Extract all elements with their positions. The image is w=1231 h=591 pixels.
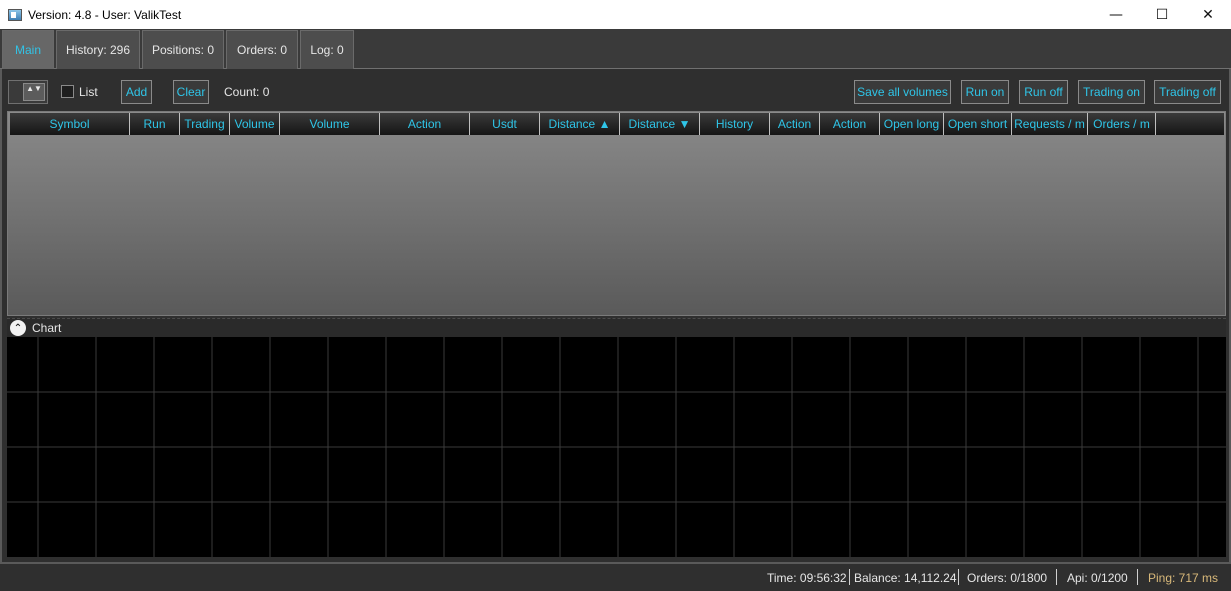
col-trading[interactable]: Trading [180,113,230,135]
tab-positions[interactable]: Positions: 0 [142,30,224,69]
col-volume[interactable]: Volume [230,113,280,135]
status-orders: Orders: 0/1800 [967,571,1048,585]
chart-title: Chart [32,321,62,335]
title-bar: Version: 4.8 - User: ValikTest — ☐ ✕ [0,0,1231,29]
status-separator [1137,569,1138,585]
status-api: Api: 0/1200 [1067,571,1128,585]
col-action-2[interactable]: Action [770,113,820,135]
chart-area[interactable] [7,337,1226,557]
col-open-long[interactable]: Open long [880,113,944,135]
status-separator [958,569,959,585]
col-distance-down[interactable]: Distance ▼ [620,113,700,135]
col-symbol[interactable]: Symbol [10,113,130,135]
collapse-chart-icon[interactable]: ⌃ [10,320,26,336]
tab-main[interactable]: Main [2,30,54,69]
grid-header: Symbol Run Trading Volume Volume Action … [10,113,1224,135]
run-on-button[interactable]: Run on [961,80,1009,104]
col-usdt[interactable]: Usdt [470,113,540,135]
col-requests-per-minute[interactable]: Requests / m [1012,113,1088,135]
status-time: Time: 09:56:32 [767,571,847,585]
window-title: Version: 4.8 - User: ValikTest [28,7,182,22]
col-open-short[interactable]: Open short [944,113,1012,135]
tab-history[interactable]: History: 296 [56,30,140,69]
trading-on-button[interactable]: Trading on [1078,80,1145,104]
toolbar: ▲▼ List Add Clear Count: 0 Save all volu… [8,79,1224,107]
close-button[interactable]: ✕ [1185,0,1231,29]
col-history[interactable]: History [700,113,770,135]
col-run[interactable]: Run [130,113,180,135]
status-separator [1056,569,1057,585]
main-panel: ▲▼ List Add Clear Count: 0 Save all volu… [0,69,1231,564]
maximize-button[interactable]: ☐ [1139,0,1185,29]
status-balance: Balance: 14,112.24 [854,571,957,585]
col-action-3[interactable]: Action [820,113,880,135]
trading-off-button[interactable]: Trading off [1154,80,1221,104]
app-icon [8,8,22,21]
save-all-volumes-button[interactable]: Save all volumes [854,80,951,104]
window-controls: — ☐ ✕ [1093,0,1231,29]
tab-orders[interactable]: Orders: 0 [226,30,298,69]
chart-header: ⌃ Chart [7,318,1226,337]
status-ping: Ping: 717 ms [1148,571,1219,585]
run-off-button[interactable]: Run off [1019,80,1068,104]
status-bar: Time: 09:56:32 Balance: 14,112.24 Orders… [0,564,1231,591]
list-checkbox[interactable] [61,85,74,98]
spinner-arrows-icon[interactable]: ▲▼ [23,83,45,101]
tab-log[interactable]: Log: 0 [300,30,354,69]
filter-spinner[interactable]: ▲▼ [8,80,48,104]
col-action[interactable]: Action [380,113,470,135]
symbols-grid[interactable]: Symbol Run Trading Volume Volume Action … [7,111,1226,316]
status-separator [849,569,850,585]
clear-button[interactable]: Clear [173,80,209,104]
list-label: List [79,85,98,99]
tab-bar: Main History: 296 Positions: 0 Orders: 0… [0,29,1231,69]
col-orders-per-minute[interactable]: Orders / m [1088,113,1156,135]
col-volume-2[interactable]: Volume [280,113,380,135]
add-button[interactable]: Add [121,80,152,104]
count-label: Count: 0 [224,85,270,99]
chart-grid [7,337,1226,557]
minimize-button[interactable]: — [1093,0,1139,29]
col-distance-up[interactable]: Distance ▲ [540,113,620,135]
